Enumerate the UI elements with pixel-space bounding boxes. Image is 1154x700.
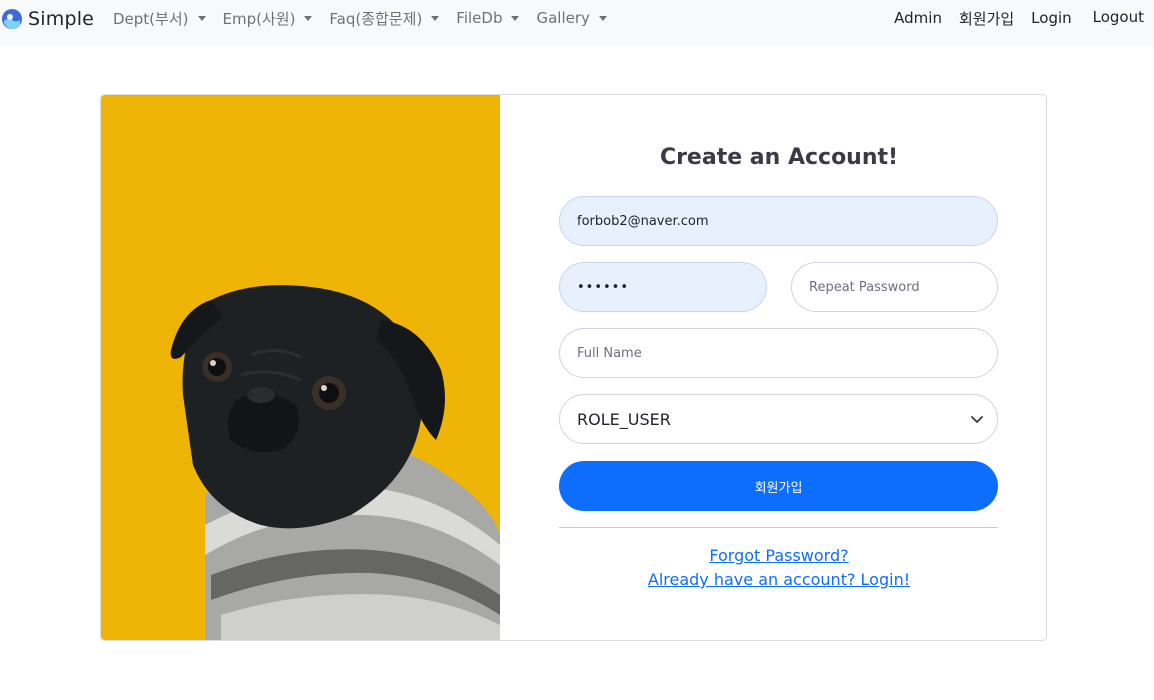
full-name-input[interactable]: Full Name: [559, 328, 998, 378]
nav-left-menu: Dept(부서) Emp(사원) Faq(종합문제) FileDb Galler…: [113, 8, 624, 28]
role-select-value: ROLE_USER: [577, 409, 671, 429]
top-navbar: Simple Dept(부서) Emp(사원) Faq(종합문제) FileDb…: [0, 0, 1154, 46]
nav-gallery-dropdown[interactable]: Gallery: [536, 8, 607, 28]
brand-name: Simple: [28, 8, 95, 30]
register-submit-button[interactable]: 회원가입: [559, 461, 998, 511]
already-have-account-link[interactable]: Already have an account? Login!: [500, 570, 1046, 589]
role-select[interactable]: ROLE_USER: [559, 394, 998, 444]
password-input[interactable]: ••••••: [559, 262, 767, 312]
register-side-image: [101, 95, 500, 640]
caret-down-icon: [304, 15, 313, 21]
caret-down-icon: [197, 15, 206, 21]
caret-down-icon: [598, 15, 607, 21]
nav-dept-label: Dept(부서): [113, 9, 189, 28]
nav-emp-label: Emp(사원): [222, 9, 296, 28]
email-input[interactable]: forbob2@naver.com: [559, 196, 998, 246]
nav-filedb-label: FileDb: [456, 9, 503, 27]
nav-logout-link[interactable]: Logout: [1093, 7, 1144, 27]
register-title: Create an Account!: [659, 145, 899, 170]
pug-in-sweater-image: [170, 285, 500, 640]
register-form: Create an Account! forbob2@naver.com •••…: [500, 95, 1046, 640]
nav-faq-dropdown[interactable]: Faq(종합문제): [329, 8, 440, 28]
chevron-down-icon: [971, 416, 983, 423]
caret-down-icon: [431, 15, 440, 21]
nav-login-link[interactable]: Login: [1031, 8, 1071, 28]
nav-signup-link[interactable]: 회원가입: [959, 8, 1014, 28]
nav-faq-label: Faq(종합문제): [329, 9, 423, 28]
nav-gallery-label: Gallery: [536, 9, 590, 27]
form-divider: [559, 527, 998, 528]
forgot-password-link[interactable]: Forgot Password?: [500, 546, 1046, 565]
brand-link[interactable]: Simple: [2, 7, 94, 31]
caret-down-icon: [511, 15, 520, 21]
nav-right-menu: Admin 회원가입 Login Logout: [894, 8, 1154, 28]
nav-emp-dropdown[interactable]: Emp(사원): [223, 8, 313, 28]
nav-dept-dropdown[interactable]: Dept(부서): [113, 8, 206, 28]
nav-admin-link[interactable]: Admin: [894, 8, 942, 28]
brand-logo-icon: [2, 9, 22, 29]
nav-filedb-dropdown[interactable]: FileDb: [456, 8, 520, 28]
repeat-password-input[interactable]: Repeat Password: [791, 262, 998, 312]
register-card: Create an Account! forbob2@naver.com •••…: [100, 94, 1047, 641]
